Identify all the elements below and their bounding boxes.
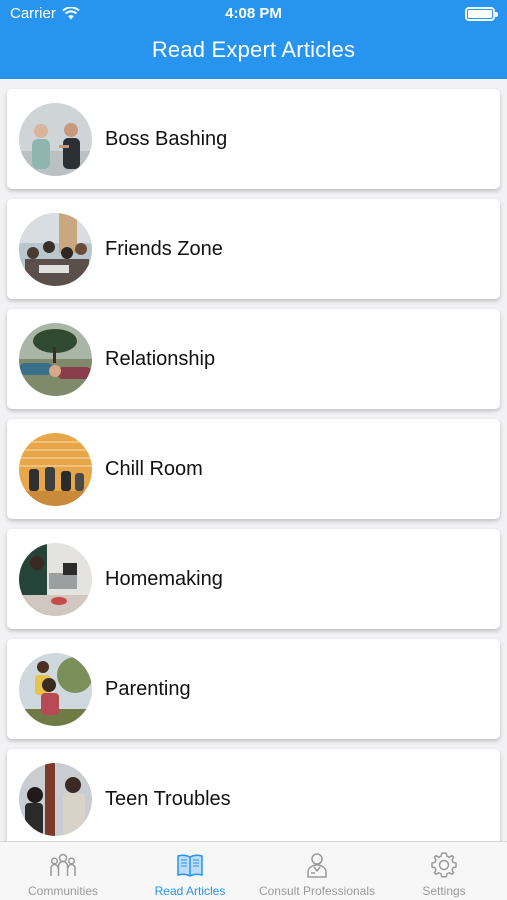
tab-label: Settings [422,884,466,898]
article-title: Homemaking [105,567,223,590]
clock: 4:08 PM [225,5,282,22]
screen: Carrier 4:08 PM Read Expert Articles Bos… [0,0,507,900]
office-argument-photo [19,103,92,176]
article-card-parenting[interactable]: Parenting [7,639,500,739]
article-card-homemaking[interactable]: Homemaking [7,529,500,629]
article-card-boss-bashing[interactable]: Boss Bashing [7,89,500,189]
article-title: Boss Bashing [105,127,228,150]
gear-icon [431,852,457,878]
book-icon [177,854,203,877]
tab-bar: Communities Read Articles Consult Profes… [0,841,507,900]
tab-read-articles[interactable]: Read Articles [127,842,253,900]
friends-group-photo [19,213,92,286]
status-bar: Carrier 4:08 PM [0,0,507,30]
tab-settings[interactable]: Settings [381,842,507,900]
relaxing-group-photo [19,433,92,506]
teens-photo [19,763,92,836]
article-card-teen-troubles[interactable]: Teen Troubles [7,749,500,841]
battery-icon [465,7,498,21]
holding-hands-photo [19,323,92,396]
article-title: Relationship [105,347,216,370]
page-title: Read Expert Articles [151,37,356,62]
article-card-chill-room[interactable]: Chill Room [7,419,500,519]
people-icon [50,853,76,876]
tab-label: Consult Professionals [258,884,376,898]
kitchen-photo [19,543,92,616]
article-title: Friends Zone [105,237,223,260]
article-title: Teen Troubles [105,787,231,810]
professional-icon [307,853,327,878]
article-list[interactable]: Boss Bashing Friends Zone Relationship C… [0,79,507,841]
article-card-friends-zone[interactable]: Friends Zone [7,199,500,299]
tab-label: Read Articles [154,884,226,898]
article-card-relationship[interactable]: Relationship [7,309,500,409]
tab-communities[interactable]: Communities [0,842,126,900]
article-title: Parenting [105,677,191,700]
article-title: Chill Room [105,457,203,480]
parent-child-photo [19,653,92,726]
navigation-header: Carrier 4:08 PM Read Expert Articles [0,0,507,79]
tab-consult-professionals[interactable]: Consult Professionals [254,842,380,900]
tab-label: Communities [27,884,99,898]
